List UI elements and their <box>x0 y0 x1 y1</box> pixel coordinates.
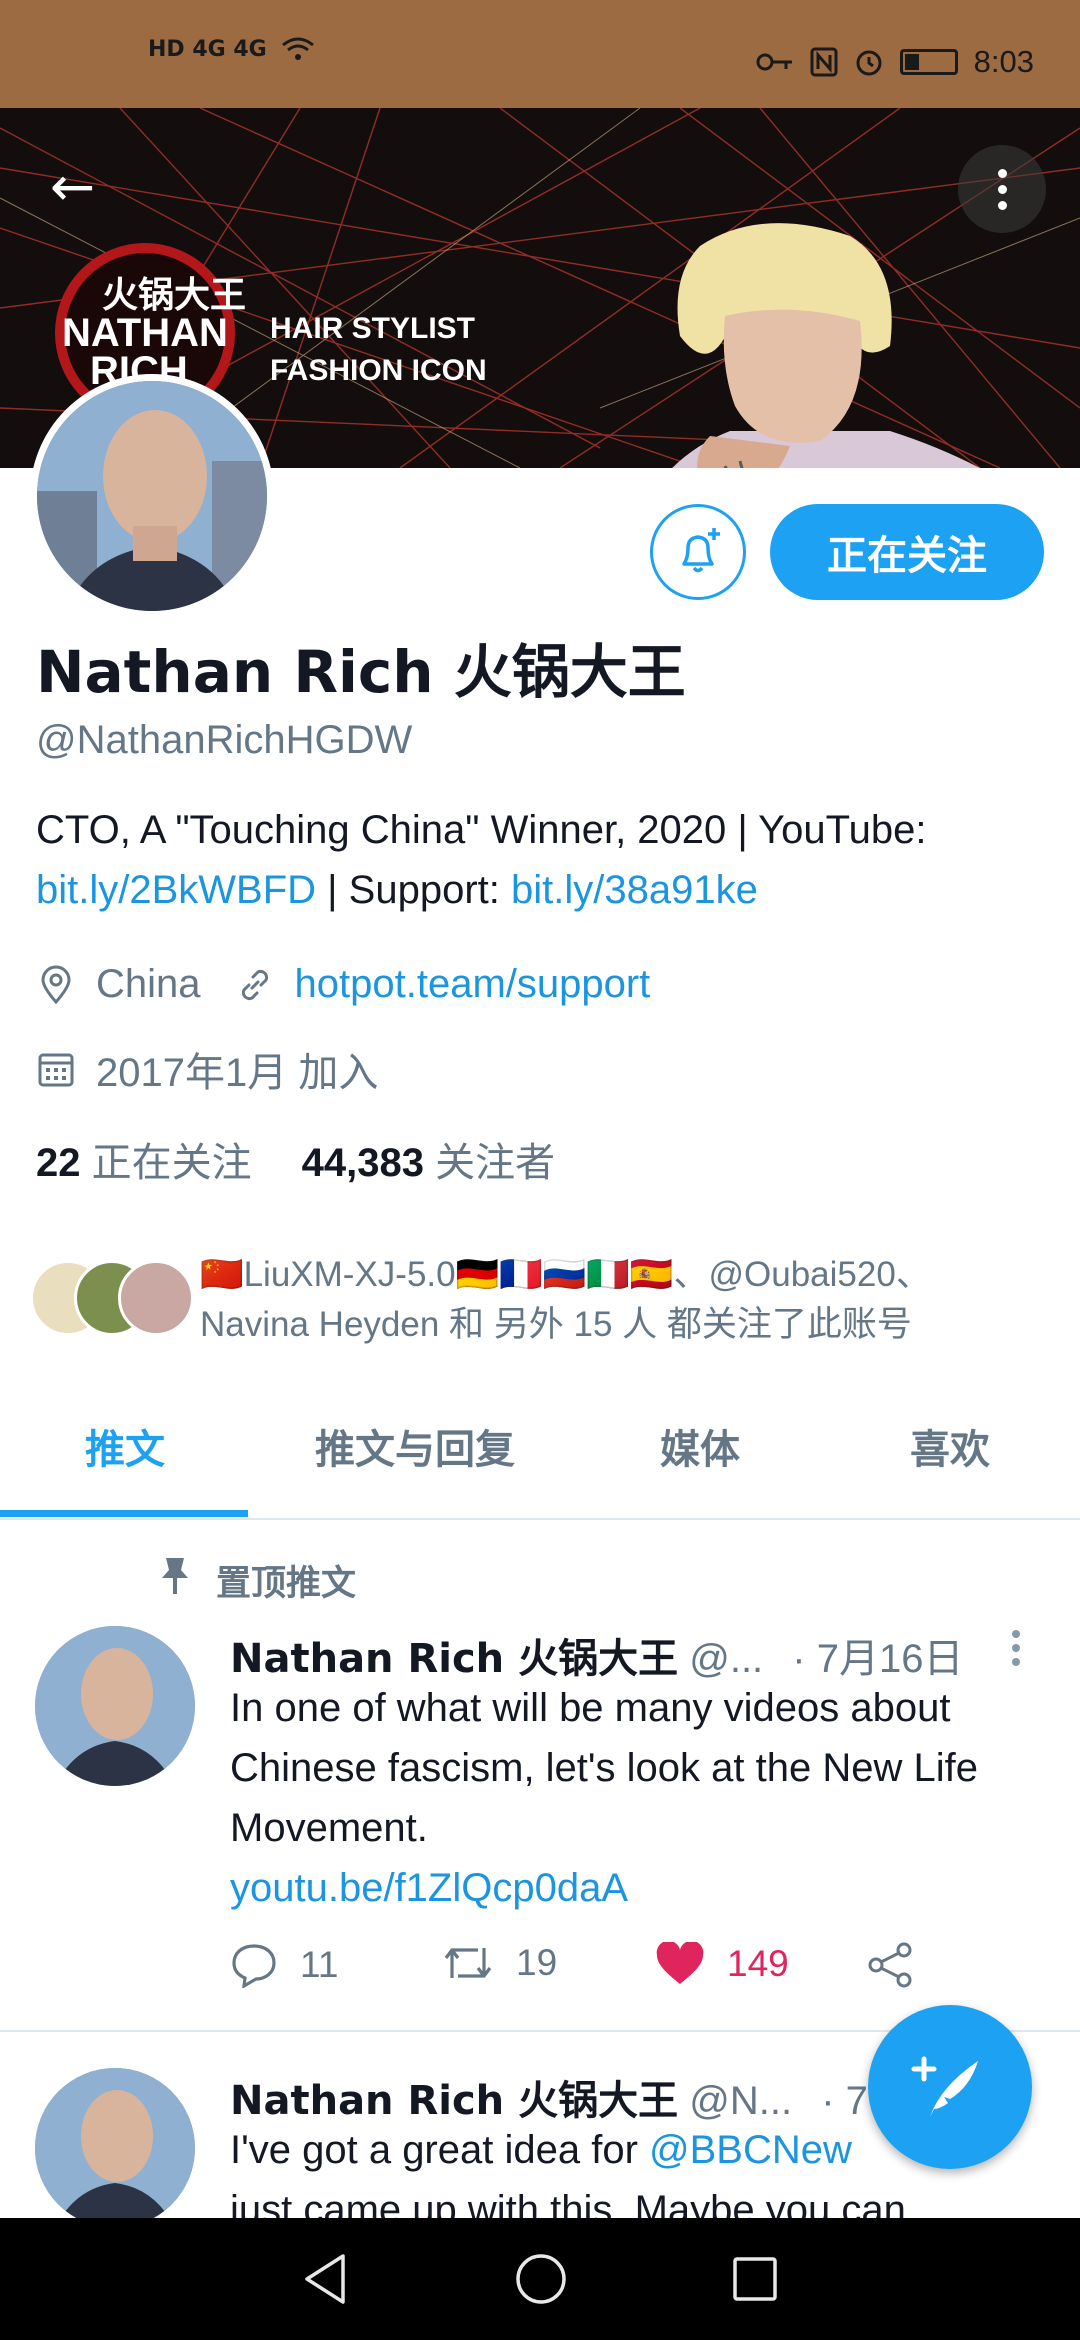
tweet-text[interactable]: In one of what will be many videos about… <box>230 1678 1050 1918</box>
profile-stats: 22 正在关注 44,383 关注者 <box>36 1130 555 1188</box>
tweet-handle: @N... <box>689 2079 793 2123</box>
banner-logo-line1: NATHAN <box>62 311 228 355</box>
tweet-author[interactable]: Nathan Rich 火锅大王 <box>230 1636 678 1682</box>
reply-button[interactable]: 11 <box>230 1942 338 1988</box>
like-count: 149 <box>727 1943 789 1984</box>
bio-support-link[interactable]: bit.ly/38a91ke <box>511 868 758 912</box>
retweet-count: 19 <box>516 1942 558 1983</box>
tweet-link[interactable]: youtu.be/f1ZlQcp0daA <box>230 1858 1050 1918</box>
nav-recents-icon[interactable] <box>731 2255 779 2303</box>
followed-by-avatars[interactable] <box>30 1260 194 1340</box>
followed-by-line-2: Navina Heyden 和 另外 15 人 都关注了此账号 <box>200 1305 912 1344</box>
back-arrow-icon[interactable]: ← <box>50 160 95 214</box>
profile-website-link[interactable]: hotpot.team/support <box>295 962 651 1007</box>
tweet-menu-icon[interactable] <box>1012 1630 1020 1666</box>
notification-bell-button[interactable] <box>650 504 746 600</box>
profile-joined-row: 2017年1月 加入 <box>36 1040 378 1098</box>
share-button[interactable] <box>866 1942 916 1988</box>
followers-count: 44,383 <box>301 1141 424 1185</box>
tweet-date: · 7 <box>821 2079 868 2123</box>
link-icon <box>235 965 275 1005</box>
follower-avatar <box>118 1260 194 1336</box>
profile-handle: @NathanRichHGDW <box>36 718 413 762</box>
reply-count: 11 <box>300 1944 339 1985</box>
tab-tweets[interactable]: 推文 <box>0 1400 250 1518</box>
banner-logo-brand: 火锅大王 <box>102 274 247 315</box>
pinned-tweet-label: 置顶推文 <box>216 1564 357 1604</box>
alarm-icon <box>856 50 882 76</box>
profile-name: Nathan Rich 火锅大王 <box>36 638 686 706</box>
followers-stat[interactable]: 44,383 关注者 <box>302 1130 555 1188</box>
tweet-actions: 11 19 149 <box>230 1942 930 2002</box>
compose-feather-icon <box>911 2056 978 2117</box>
avatar-image <box>37 381 267 611</box>
tweet-avatar[interactable] <box>35 1626 195 1786</box>
share-icon <box>868 1942 912 1988</box>
tweet-avatar[interactable] <box>35 2068 195 2228</box>
profile-location: China <box>96 962 201 1006</box>
banner-logo-text: 火锅大王 NATHAN RICH <box>62 274 247 392</box>
retweet-button[interactable]: 19 <box>442 1942 557 1984</box>
active-tab-indicator <box>0 1510 248 1517</box>
profile-bio: CTO, A "Touching China" Winner, 2020 | Y… <box>36 800 1056 920</box>
network-indicators: HD 4G 4G <box>148 36 267 62</box>
followed-by-line-1: 🇨🇳LiuXM-XJ-5.0🇩🇪🇫🇷🇷🇺🇮🇹🇪🇸、@Oubai520、 <box>200 1255 931 1294</box>
following-stat[interactable]: 22 正在关注 <box>36 1130 252 1188</box>
bell-plus-icon <box>682 528 720 573</box>
profile-location-row: China hotpot.team/support <box>36 962 650 1007</box>
tweet-author[interactable]: Nathan Rich 火锅大王 <box>230 2078 678 2124</box>
compose-tweet-button[interactable] <box>868 2005 1032 2169</box>
battery-icon <box>899 49 958 75</box>
nfc-icon <box>810 47 838 77</box>
reply-icon <box>232 1944 276 1988</box>
location-pin-icon <box>36 965 76 1005</box>
more-options-button[interactable] <box>958 145 1046 233</box>
profile-avatar[interactable] <box>30 374 274 618</box>
tweet-header: Nathan Rich 火锅大王 @... · 7月16日 <box>230 1626 963 1684</box>
bio-text: CTO, A "Touching China" Winner, 2020 | Y… <box>36 808 927 852</box>
pinned-tweet-label-row: 置顶推文 <box>158 1555 356 1606</box>
pin-icon <box>158 1556 192 1605</box>
tweet-avatar-image <box>35 2068 195 2228</box>
status-bar: HD 4G 4G 8:03 <box>0 0 1080 108</box>
retweet-icon <box>444 1948 492 1978</box>
tweet-handle: @... <box>689 1637 764 1681</box>
nav-back-icon[interactable] <box>301 2252 351 2306</box>
tweet-header: Nathan Rich 火锅大王 @N... · 7 <box>230 2068 868 2126</box>
profile-joined-date: 2017年1月 加入 <box>96 1051 379 1095</box>
banner-tag-2: FASHION ICON <box>270 354 487 387</box>
bio-text-support: | Support: <box>316 868 511 912</box>
like-button[interactable]: 149 <box>655 1942 789 1986</box>
profile-tabs: 推文 推文与回复 媒体 喜欢 <box>0 1400 1080 1520</box>
tab-tweets-replies[interactable]: 推文与回复 <box>250 1400 580 1518</box>
followers-label: 关注者 <box>435 1141 556 1185</box>
following-label: 正在关注 <box>91 1141 252 1185</box>
status-left: HD 4G 4G <box>148 36 315 62</box>
system-nav-bar <box>0 2218 1080 2340</box>
key-icon <box>756 53 792 71</box>
bio-youtube-link[interactable]: bit.ly/2BkWBFD <box>36 868 316 912</box>
following-count: 22 <box>36 1141 81 1185</box>
nav-home-icon[interactable] <box>514 2252 568 2306</box>
tweet-avatar-image <box>35 1626 195 1786</box>
tweet-date: · 7月16日 <box>792 1637 964 1681</box>
wifi-icon <box>281 37 314 60</box>
tweet-text-content: In one of what will be many videos about… <box>230 1686 978 1850</box>
calendar-icon <box>36 1049 76 1089</box>
tab-media[interactable]: 媒体 <box>580 1400 820 1518</box>
tab-likes[interactable]: 喜欢 <box>820 1400 1080 1518</box>
tweet-text-content-2: just came up with this. Maybe you can <box>230 2188 906 2218</box>
status-time: 8:03 <box>973 44 1034 79</box>
tweet-text-content: I've got a great idea for <box>230 2128 650 2172</box>
heart-icon <box>656 1942 704 1984</box>
followed-by-text[interactable]: 🇨🇳LiuXM-XJ-5.0🇩🇪🇫🇷🇷🇺🇮🇹🇪🇸、@Oubai520、 Navi… <box>200 1250 1060 1350</box>
banner-person-image <box>672 223 980 468</box>
banner-tag-1: HAIR STYLIST <box>270 312 476 345</box>
following-button[interactable]: 正在关注 <box>770 504 1044 600</box>
tweet-mention[interactable]: @BBCNew <box>649 2128 852 2172</box>
status-right: 8:03 <box>756 44 1034 80</box>
